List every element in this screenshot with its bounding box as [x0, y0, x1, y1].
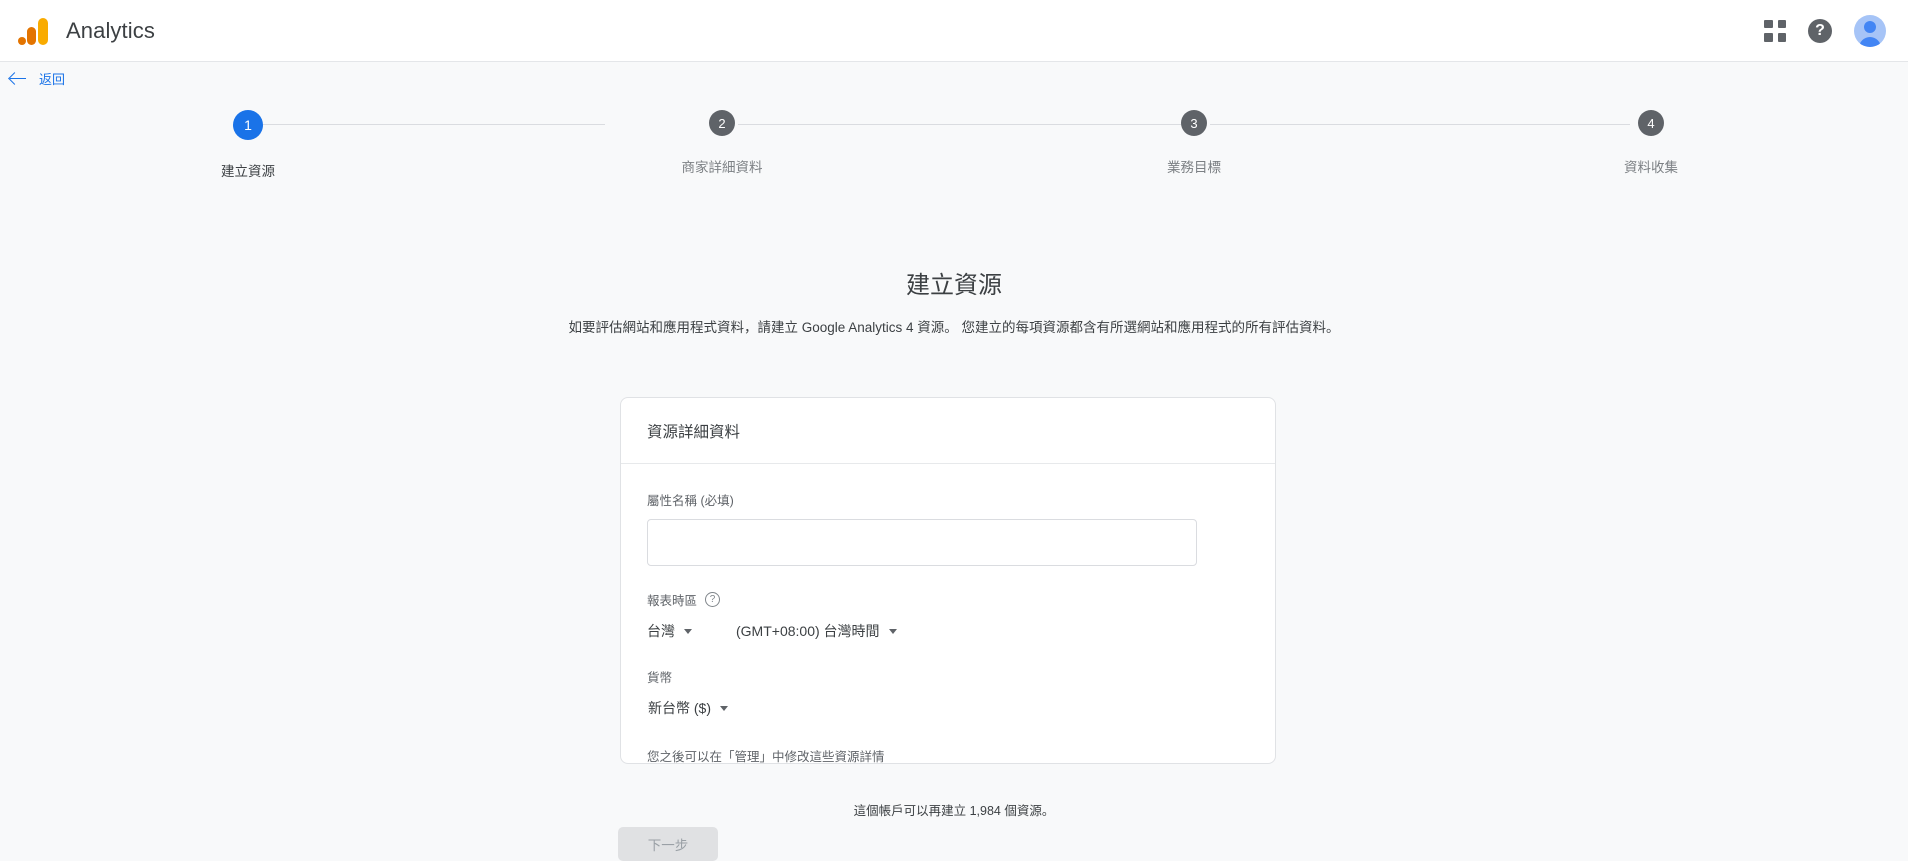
step-label: 業務目標	[1167, 160, 1221, 175]
stepper-connector	[245, 124, 605, 125]
step-number-badge: 3	[1181, 110, 1207, 136]
back-bar: 返回	[0, 62, 1908, 94]
logo-bar-tall	[38, 17, 48, 45]
currency-select[interactable]: 新台幣 ($)	[648, 698, 728, 718]
apps-grid-square	[1777, 19, 1786, 28]
chevron-down-icon	[888, 628, 897, 634]
card-title: 資源詳細資料	[647, 423, 741, 441]
country-select-value: 台灣	[647, 623, 675, 639]
app-bar-actions: ?	[1764, 14, 1908, 47]
chevron-down-icon	[720, 705, 728, 711]
arrow-left-icon	[10, 70, 27, 87]
country-select[interactable]: 台灣	[647, 621, 692, 641]
card-hint-text: 您之後可以在「管理」中修改這些資源詳情	[647, 750, 885, 764]
page-description: 如要評估網站和應用程式資料，請建立 Google Analytics 4 資源。…	[568, 320, 1340, 335]
card-header: 資源詳細資料	[621, 398, 1275, 464]
reporting-time-zone-label: 報表時區	[647, 594, 698, 608]
next-button[interactable]: 下一步	[618, 827, 718, 861]
help-circle-icon[interactable]: ?	[705, 592, 721, 607]
property-name-input[interactable]	[647, 519, 1197, 566]
step-label: 資料收集	[1624, 160, 1678, 175]
brand[interactable]: Analytics	[0, 14, 155, 48]
apps-grid-icon[interactable]	[1764, 19, 1786, 42]
avatar[interactable]	[1854, 14, 1886, 47]
step-number-badge: 2	[709, 110, 735, 136]
step-number-badge: 1	[233, 110, 263, 140]
apps-grid-square	[1764, 33, 1773, 42]
stepper-connector	[1210, 124, 1630, 125]
stepper: 1 建立資源 2 商家詳細資料 3 業務目標 4 資料收集	[0, 110, 1908, 190]
app-bar: Analytics ?	[0, 0, 1908, 62]
help-icon[interactable]: ?	[1808, 18, 1832, 43]
currency-label: 貨幣	[647, 671, 673, 685]
property-name-label: 屬性名稱 (必填)	[647, 494, 734, 508]
step-label: 商家詳細資料	[681, 160, 763, 175]
step-label: 建立資源	[221, 164, 275, 179]
remaining-properties-note: 這個帳戶可以再建立 1,984 個資源。	[853, 804, 1055, 818]
chevron-down-icon	[684, 628, 692, 634]
reporting-time-zone-label-row: 報表時區 ?	[647, 590, 1249, 609]
timezone-select[interactable]: (GMT+08:00) 台灣時間	[736, 621, 897, 641]
step-number-badge: 4	[1638, 110, 1664, 136]
stepper-step-4[interactable]: 4 資料收集	[1541, 110, 1761, 176]
logo-dot	[18, 36, 26, 45]
currency-select-value: 新台幣 ($)	[648, 700, 711, 716]
timezone-select-value: (GMT+08:00) 台灣時間	[736, 623, 880, 639]
page-title: 建立資源	[906, 272, 1002, 299]
stepper-step-3[interactable]: 3 業務目標	[1084, 110, 1304, 176]
card-body: 屬性名稱 (必填) 報表時區 ? 台灣 (GMT+08:00) 台灣時間 貨幣 …	[621, 464, 1275, 765]
back-link-label: 返回	[39, 71, 66, 87]
back-link[interactable]: 返回	[10, 69, 65, 88]
stepper-step-1[interactable]: 1 建立資源	[138, 110, 358, 180]
apps-grid-square	[1777, 33, 1786, 42]
stepper-connector	[738, 124, 1188, 125]
brand-title: Analytics	[66, 17, 155, 43]
google-analytics-logo-icon	[16, 14, 50, 48]
property-details-card: 資源詳細資料 屬性名稱 (必填) 報表時區 ? 台灣 (GMT+08:00) 台…	[620, 397, 1276, 764]
time-zone-selectors: 台灣 (GMT+08:00) 台灣時間	[647, 621, 1249, 641]
stepper-step-2[interactable]: 2 商家詳細資料	[612, 110, 832, 176]
logo-bar-mid	[27, 26, 36, 45]
apps-grid-square	[1764, 19, 1773, 28]
